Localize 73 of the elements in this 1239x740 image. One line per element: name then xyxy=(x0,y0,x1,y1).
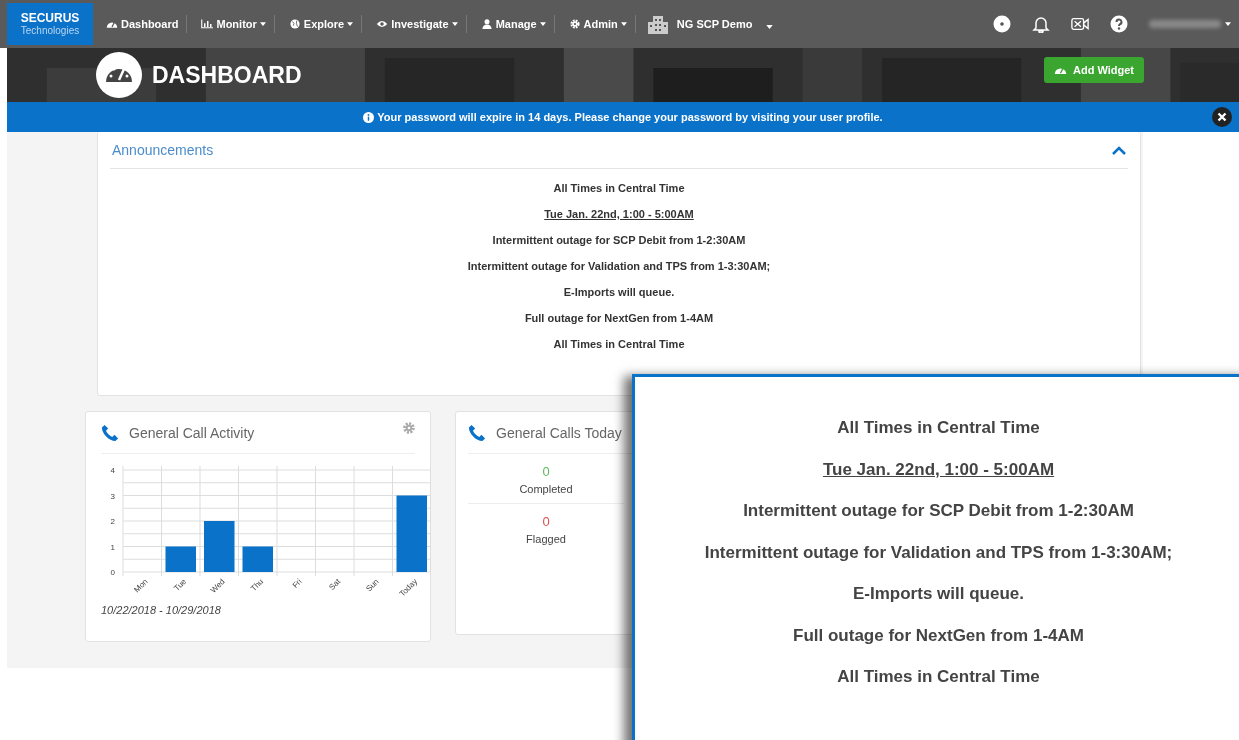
caret-icon xyxy=(620,22,627,26)
facility-selector[interactable]: NG SCP Demo xyxy=(646,14,774,34)
gear-icon xyxy=(568,19,581,29)
alert-message: Your password will expire in 14 days. Please change your password by visiting your user profile. xyxy=(363,111,883,123)
phone-icon xyxy=(468,423,486,442)
caret-icon xyxy=(347,22,354,26)
announcement-line: Tue Jan. 22nd, 1:00 - 5:00AM xyxy=(821,458,1056,481)
caret-icon xyxy=(451,22,458,26)
info-icon xyxy=(363,111,375,123)
axis-category-label: Thu xyxy=(249,577,266,594)
phone-icon xyxy=(101,423,119,442)
chevron-icon[interactable] xyxy=(1112,145,1126,155)
axis-category-label: Fri xyxy=(290,577,304,590)
announcement-line: Tue Jan. 22nd, 1:00 - 5:00AM xyxy=(543,207,695,222)
logo-subtitle: Technologies xyxy=(20,25,80,36)
announcement-line: Intermittent outage for SCP Debit from 1-2:30AM xyxy=(742,500,1135,522)
gauge-icon xyxy=(1054,65,1067,75)
announcement-line: All Times in Central Time xyxy=(552,337,686,352)
building-icon xyxy=(646,14,669,34)
gauge-icon xyxy=(96,52,142,98)
axis-tick-label: 3 xyxy=(110,491,115,501)
nav-menu-item[interactable]: Admin xyxy=(565,18,630,30)
eye-icon xyxy=(376,19,389,29)
nav-menu-item[interactable]: Manage xyxy=(477,18,549,30)
logo[interactable]: SECURUS Technologies xyxy=(7,3,93,45)
announcement-line: Intermittent outage for SCP Debit from 1-2:30AM xyxy=(491,233,747,248)
caret-icon xyxy=(1225,22,1231,26)
axis-category-label: Tue xyxy=(172,577,189,593)
caret-icon xyxy=(259,22,266,26)
panel-title[interactable]: Announcements xyxy=(112,142,214,158)
video-camera-icon[interactable] xyxy=(1071,15,1089,33)
axis-tick-label: 4 xyxy=(110,466,115,475)
announcement-line: E-Imports will queue. xyxy=(562,285,676,300)
axis-tick-label: 2 xyxy=(110,517,115,526)
axis-category-label: Sat xyxy=(327,577,343,592)
record-icon[interactable] xyxy=(993,15,1011,33)
globe-icon xyxy=(288,19,301,29)
bell-icon[interactable] xyxy=(1032,15,1050,33)
stat-label: Flagged xyxy=(526,533,566,545)
announcement-line: Intermittent outage for Validation and TPS from 1-3:30AM; xyxy=(466,259,772,274)
nav-menu-item[interactable]: Investigate xyxy=(373,18,461,30)
widget-title: General Calls Today xyxy=(496,424,622,441)
logo-title: SECURUS xyxy=(20,12,80,26)
nav-menu-item[interactable]: Monitor xyxy=(198,18,269,30)
close-icon[interactable] xyxy=(1212,107,1232,127)
announcement-line: Full outage for NextGen from 1-4AM xyxy=(523,311,715,326)
nav-menu-item[interactable]: Explore xyxy=(285,18,357,30)
axis-tick-label: 1 xyxy=(110,542,115,552)
announcement-line: All Times in Central Time xyxy=(836,417,1041,439)
axis-tick-label: 0 xyxy=(110,568,115,577)
user-icon xyxy=(480,19,493,29)
bar xyxy=(165,546,196,572)
user-menu[interactable] xyxy=(1149,20,1231,28)
announcement-line: Intermittent outage for Validation and TPS from 1-3:30AM; xyxy=(703,541,1174,564)
page-title: DASHBOARD xyxy=(152,61,302,89)
announcement-line: All Times in Central Time xyxy=(552,181,686,196)
announcement-line: Full outage for NextGen from 1-4AM xyxy=(792,624,1085,647)
date-range: 10/22/2018 - 10/29/2018 xyxy=(101,604,222,616)
announcement-line: E-Imports will queue. xyxy=(852,583,1025,605)
caret-icon xyxy=(766,25,774,29)
bar xyxy=(242,546,273,572)
stat-value: 0 xyxy=(542,514,550,529)
announcement-line: All Times in Central Time xyxy=(836,666,1041,688)
axis-category-label: Mon xyxy=(132,577,150,595)
caret-icon xyxy=(539,22,546,26)
stat-value: 0 xyxy=(542,464,550,479)
help-icon[interactable] xyxy=(1110,15,1128,33)
stat-label: Completed xyxy=(519,483,573,495)
bar xyxy=(204,521,235,572)
nav-menu-item[interactable]: Dashboard xyxy=(103,18,182,30)
widget-title: General Call Activity xyxy=(129,424,255,441)
bar-chart-icon xyxy=(201,19,214,29)
axis-category-label: Sun xyxy=(364,577,381,594)
